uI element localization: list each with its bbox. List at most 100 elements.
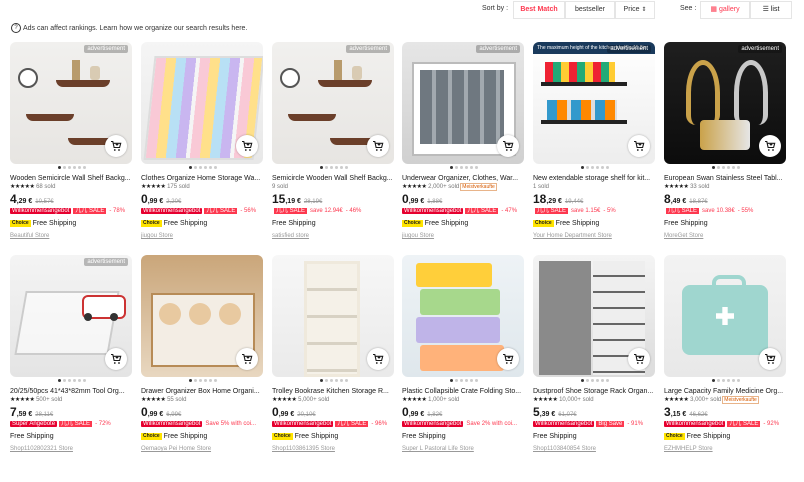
- store-link[interactable]: Your Home Department Store: [533, 231, 657, 241]
- product-image[interactable]: [141, 255, 263, 377]
- product-card[interactable]: Dustproof Shoe Storage Rack Organ... ★★★★…: [533, 255, 657, 454]
- add-to-cart-button[interactable]: [367, 135, 389, 157]
- product-title[interactable]: Clothes Organize Home Storage Wa...: [141, 174, 265, 183]
- product-card[interactable]: Trolley Bookrase Kitchen Storage R... ★★★…: [272, 255, 396, 454]
- product-title[interactable]: Drawer Organizer Box Home Organi...: [141, 387, 265, 396]
- product-image[interactable]: advertisement: [664, 42, 786, 164]
- price: 0,99 €1,82€: [402, 405, 526, 419]
- product-title[interactable]: New extendable storage shelf for kit...: [533, 174, 657, 183]
- store-link[interactable]: jiugou Store: [141, 231, 265, 241]
- sort-best-match-button[interactable]: Best Match: [513, 1, 565, 19]
- add-to-cart-button[interactable]: [497, 135, 519, 157]
- product-image[interactable]: [272, 255, 394, 377]
- shipping-row: Choice Free Shipping: [141, 218, 265, 229]
- product-title[interactable]: European Swan Stainless Steel Tabl...: [664, 174, 788, 183]
- sold-count: 9 sold: [272, 184, 289, 190]
- product-image[interactable]: advertisement: [272, 42, 394, 164]
- price-integer: 8: [664, 192, 671, 206]
- sort-bestseller-button[interactable]: bestseller: [565, 1, 615, 19]
- product-image[interactable]: advertisement: [402, 42, 524, 164]
- rating-row: ★★★★★ 3,000+ sold Meistverkaufte: [664, 396, 788, 405]
- add-to-cart-button[interactable]: [236, 348, 258, 370]
- store-link[interactable]: Shop1103840854 Store: [533, 444, 657, 454]
- product-card[interactable]: Clothes Organize Home Storage Wa... ★★★★★…: [141, 42, 265, 241]
- image-carousel-dots[interactable]: [402, 379, 526, 387]
- advertisement-tag: advertisement: [84, 45, 128, 53]
- price-integer: 5: [533, 405, 540, 419]
- ads-notice-text[interactable]: Ads can affect rankings. Learn how we or…: [23, 25, 247, 32]
- price: 15,19 €28,19€: [272, 192, 396, 206]
- image-carousel-dots[interactable]: [533, 166, 657, 174]
- bestseller-tag: Meistverkaufte: [460, 183, 497, 191]
- advertisement-tag: advertisement: [346, 45, 390, 53]
- store-link[interactable]: Shop1103861395 Store: [272, 444, 396, 454]
- store-link[interactable]: Oemaoya Pei Home Store: [141, 444, 265, 454]
- product-card[interactable]: advertisement 20/25/50pcs 41*43*82mm Tool…: [10, 255, 134, 454]
- add-to-cart-button[interactable]: [367, 348, 389, 370]
- product-card[interactable]: advertisement Underwear Organizer, Clothe…: [402, 42, 526, 241]
- add-to-cart-button[interactable]: [759, 135, 781, 157]
- product-title[interactable]: Large Capacity Family Medicine Org...: [664, 387, 788, 396]
- add-to-cart-button[interactable]: [105, 135, 127, 157]
- product-card[interactable]: advertisement Wooden Semicircle Wall Shel…: [10, 42, 134, 241]
- promo-row: Willkommensangebot 儿儿 SALE - 92%: [664, 419, 788, 429]
- add-to-cart-button[interactable]: [628, 135, 650, 157]
- original-price: 61,07€: [558, 412, 577, 418]
- welcome-deal-badge: Super Angebote: [10, 421, 58, 427]
- image-carousel-dots[interactable]: [10, 166, 134, 174]
- product-card[interactable]: The maximum height of the kitchen shelf …: [533, 42, 657, 241]
- product-title[interactable]: Trolley Bookrase Kitchen Storage R...: [272, 387, 396, 396]
- product-card[interactable]: Drawer Organizer Box Home Organi... ★★★★★…: [141, 255, 265, 454]
- product-card[interactable]: Large Capacity Family Medicine Org... ★★★…: [664, 255, 788, 454]
- gallery-view-button[interactable]: ▦ gallery: [700, 1, 750, 19]
- image-carousel-dots[interactable]: [402, 166, 526, 174]
- add-to-cart-button[interactable]: [628, 348, 650, 370]
- price-decimal: ,99 €: [278, 411, 295, 418]
- add-to-cart-button[interactable]: [105, 348, 127, 370]
- product-image[interactable]: [141, 42, 263, 164]
- sort-price-label: Price: [623, 6, 640, 13]
- product-title[interactable]: Semicircle Wooden Wall Shelf Backg...: [272, 174, 396, 183]
- product-card[interactable]: advertisement Semicircle Wooden Wall Shel…: [272, 42, 396, 241]
- sold-count: 500+ sold: [36, 397, 63, 403]
- store-link[interactable]: Shop1102802321 Store: [10, 444, 134, 454]
- product-title[interactable]: Dustproof Shoe Storage Rack Organ...: [533, 387, 657, 396]
- add-to-cart-button[interactable]: [759, 348, 781, 370]
- image-carousel-dots[interactable]: [141, 379, 265, 387]
- price-integer: 18: [533, 192, 547, 206]
- save-text: save 1.15€: [571, 208, 601, 214]
- store-link[interactable]: jiugou Store: [402, 231, 526, 241]
- product-card[interactable]: advertisement European Swan Stainless Ste…: [664, 42, 788, 241]
- save-text: Save 5% with coi...: [205, 421, 257, 427]
- store-link[interactable]: satisfied store: [272, 231, 396, 241]
- image-carousel-dots[interactable]: [664, 166, 788, 174]
- rating-row: ★★★★★ 500+ sold: [10, 396, 134, 405]
- list-view-button[interactable]: ☰ list: [750, 1, 792, 19]
- image-carousel-dots[interactable]: [272, 379, 396, 387]
- store-link[interactable]: MoreGet Store: [664, 231, 788, 241]
- image-carousel-dots[interactable]: [272, 166, 396, 174]
- product-image[interactable]: advertisement: [10, 42, 132, 164]
- add-to-cart-button[interactable]: [497, 348, 519, 370]
- product-title[interactable]: 20/25/50pcs 41*43*82mm Tool Org...: [10, 387, 134, 396]
- store-link[interactable]: Super L Pastoral Life Store: [402, 444, 526, 454]
- product-title[interactable]: Underwear Organizer, Clothes, War...: [402, 174, 526, 183]
- product-title[interactable]: Wooden Semicircle Wall Shelf Backg...: [10, 174, 134, 183]
- product-title[interactable]: Plastic Collapsible Crate Folding Sto...: [402, 387, 526, 396]
- store-link[interactable]: EZHMHELP Store: [664, 444, 788, 454]
- question-icon[interactable]: ?: [11, 23, 21, 33]
- product-image[interactable]: The maximum height of the kitchen shelf …: [533, 42, 655, 164]
- product-image[interactable]: [664, 255, 786, 377]
- product-card[interactable]: Plastic Collapsible Crate Folding Sto...…: [402, 255, 526, 454]
- welcome-deal-badge: Willkommensangebot: [402, 208, 464, 214]
- store-link[interactable]: Beautiful Store: [10, 231, 134, 241]
- image-carousel-dots[interactable]: [141, 166, 265, 174]
- image-carousel-dots[interactable]: [664, 379, 788, 387]
- product-image[interactable]: [533, 255, 655, 377]
- sort-price-button[interactable]: Price ⇕: [615, 1, 655, 19]
- product-image[interactable]: [402, 255, 524, 377]
- image-carousel-dots[interactable]: [10, 379, 134, 387]
- product-image[interactable]: advertisement: [10, 255, 132, 377]
- image-carousel-dots[interactable]: [533, 379, 657, 387]
- add-to-cart-button[interactable]: [236, 135, 258, 157]
